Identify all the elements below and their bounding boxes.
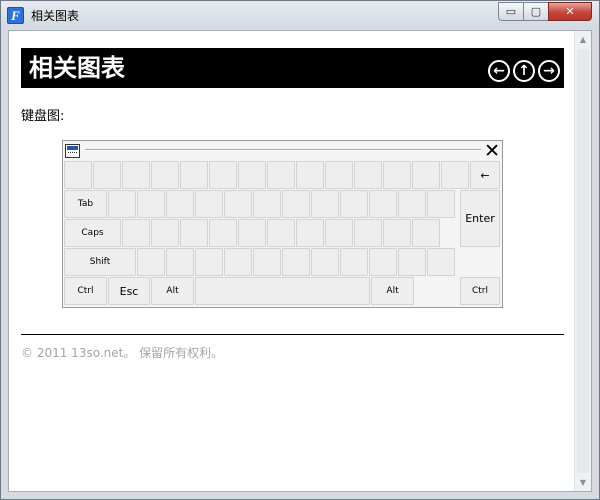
- keyboard-key: [108, 190, 136, 218]
- close-icon: ✕: [565, 5, 575, 18]
- keyboard-key: [137, 190, 165, 218]
- key-ctrl-left: Ctrl: [64, 277, 107, 305]
- key-backspace: ←: [470, 161, 500, 189]
- keyboard-key: [195, 190, 223, 218]
- keyboard-label: 键盘图:: [21, 109, 65, 124]
- keyboard-key: [325, 161, 353, 189]
- keyboard-key: [340, 248, 368, 276]
- keyboard-key: [122, 219, 150, 247]
- minimize-icon: ▭: [505, 5, 517, 18]
- keyboard-key: [180, 219, 208, 247]
- keyboard-key: [427, 190, 455, 218]
- keyboard-key: [412, 219, 440, 247]
- keyboard-key: [253, 248, 281, 276]
- scrollbar-track[interactable]: [577, 49, 589, 473]
- keyboard-key: [282, 248, 310, 276]
- keyboard-key: [311, 190, 339, 218]
- keyboard-key: [195, 248, 223, 276]
- keyboard-key: [427, 248, 455, 276]
- arrow-up-icon: ↑: [518, 63, 530, 79]
- key-shift: Shift: [64, 248, 136, 276]
- key-esc: Esc: [108, 277, 150, 305]
- app-icon: F: [7, 7, 24, 24]
- keyboard-key: [398, 248, 426, 276]
- keyboard-key: [93, 161, 121, 189]
- key-caps: Caps: [64, 219, 121, 247]
- maximize-icon: ▢: [530, 5, 542, 18]
- keyboard-key: [282, 190, 310, 218]
- keyboard-key: [325, 219, 353, 247]
- window-controls: ▭ ▢ ✕: [498, 2, 592, 21]
- content-area: 相关图表 ← ↑ → 键盘图: ✕ ← Tab Enter Caps Shift…: [8, 30, 592, 492]
- copyright-text: © 2011 13so.net。 保留所有权利。: [21, 346, 224, 360]
- keyboard-key: [166, 248, 194, 276]
- close-button[interactable]: ✕: [548, 2, 592, 21]
- footer-divider: [21, 334, 564, 335]
- keyboard-key: [311, 248, 339, 276]
- back-button[interactable]: ←: [488, 60, 510, 82]
- keyboard-key: [296, 219, 324, 247]
- forward-button[interactable]: →: [538, 60, 560, 82]
- scroll-down-icon[interactable]: ▼: [575, 474, 591, 491]
- up-button[interactable]: ↑: [513, 60, 535, 82]
- minimize-button[interactable]: ▭: [498, 2, 524, 21]
- keyboard-key: [267, 161, 295, 189]
- key-alt-right: Alt: [371, 277, 414, 305]
- keyboard-key: [238, 161, 266, 189]
- keyboard-key: [209, 161, 237, 189]
- key-enter: Enter: [460, 190, 500, 247]
- keyboard-key: [340, 190, 368, 218]
- keyboard-close-icon: ✕: [484, 140, 500, 162]
- key-space: [195, 277, 370, 305]
- keyboard-key: [122, 161, 150, 189]
- keyboard-key: [383, 161, 411, 189]
- key-tab: Tab: [64, 190, 107, 218]
- keyboard-key: [398, 190, 426, 218]
- keyboard-key: [369, 248, 397, 276]
- keyboard-key: [296, 161, 324, 189]
- keyboard-key: [441, 161, 469, 189]
- keyboard-key: [383, 219, 411, 247]
- keyboard-key: [412, 161, 440, 189]
- arrow-right-icon: →: [543, 63, 555, 79]
- page-title: 相关图表: [29, 54, 125, 82]
- title-bar[interactable]: F 相关图表 ▭ ▢ ✕: [1, 1, 599, 29]
- keyboard-key: [64, 161, 92, 189]
- page-header: 相关图表 ← ↑ →: [21, 48, 564, 88]
- window-title: 相关图表: [31, 9, 80, 23]
- keyboard-key: [253, 190, 281, 218]
- browser-window: F 相关图表 ▭ ▢ ✕ 相关图表 ← ↑ → 键盘图: ✕ ← Tab Ent…: [0, 0, 600, 500]
- keyboard-key: [137, 248, 165, 276]
- key-alt-left: Alt: [151, 277, 194, 305]
- keyboard-key: [369, 190, 397, 218]
- keyboard-image: ✕ ← Tab Enter Caps Shift Ctrl Esc Alt Al…: [62, 140, 503, 308]
- keyboard-key: [224, 248, 252, 276]
- keyboard-key: [354, 219, 382, 247]
- keyboard-key: [354, 161, 382, 189]
- maximize-button[interactable]: ▢: [523, 2, 549, 21]
- keyboard-title-line: [85, 149, 481, 151]
- keyboard-key: [238, 219, 266, 247]
- keyboard-key: [267, 219, 295, 247]
- keyboard-key: [151, 219, 179, 247]
- keyboard-key: [209, 219, 237, 247]
- keyboard-titlebar: ✕: [63, 141, 502, 161]
- keyboard-key: [151, 161, 179, 189]
- arrow-left-icon: ←: [493, 63, 505, 79]
- keyboard-key: [180, 161, 208, 189]
- key-ctrl-right: Ctrl: [460, 277, 500, 305]
- keyboard-key: [166, 190, 194, 218]
- keyboard-key: [224, 190, 252, 218]
- vertical-scrollbar[interactable]: ▲ ▼: [574, 31, 591, 491]
- keyboard-icon: [65, 144, 80, 158]
- scroll-up-icon[interactable]: ▲: [575, 31, 591, 48]
